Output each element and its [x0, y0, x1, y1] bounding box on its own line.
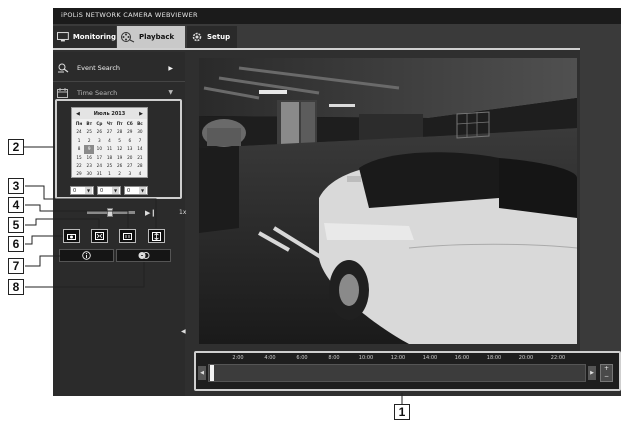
- minute-value: 0: [100, 187, 104, 194]
- hour-select[interactable]: 0 ▼: [70, 186, 94, 195]
- timeline-scroll-left-button[interactable]: ◀: [198, 366, 206, 380]
- timeline-zoom-control[interactable]: + −: [600, 364, 613, 382]
- callout-label-5: 5: [8, 217, 24, 233]
- timeline-hour-label: 12:00: [390, 355, 406, 361]
- speed-value: 1x: [179, 209, 187, 216]
- backup-button[interactable]: [116, 249, 171, 262]
- timeline-hour-label: 22:00: [550, 355, 566, 361]
- monitor-icon: [57, 32, 69, 42]
- callout-label-8: 8: [8, 279, 24, 295]
- original-size-button[interactable]: [119, 229, 136, 243]
- timeline-bar: 2:00 4:00 6:00 8:00 10:00 12:00 14:00 16…: [194, 351, 621, 391]
- callout-label-3: 3: [8, 178, 24, 194]
- sidebar-item-event-search[interactable]: Event Search ▶: [53, 57, 185, 79]
- timeline-hour-label: 20:00: [518, 355, 534, 361]
- camera-icon: [67, 233, 76, 240]
- timeline-hour-label: 4:00: [264, 355, 276, 361]
- capture-button[interactable]: [63, 229, 80, 243]
- event-search-icon: [58, 63, 69, 73]
- timeline-hour-label: 6:00: [296, 355, 308, 361]
- gear-icon: [192, 32, 202, 42]
- calendar-highlight-frame: [55, 99, 182, 199]
- callout-label-2: 2: [8, 139, 24, 155]
- fit-to-screen-button[interactable]: [91, 229, 108, 243]
- calendar-icon: [57, 87, 68, 98]
- second-select[interactable]: 0 ▼: [124, 186, 148, 195]
- timeline-hour-label: 2:00: [232, 355, 244, 361]
- time-select-group: 0 ▼ 0 ▼ 0 ▼: [70, 186, 152, 196]
- tab-monitoring-label: Monitoring: [72, 33, 116, 41]
- tab-setup-label: Setup: [207, 33, 231, 41]
- fit-screen-icon: [95, 232, 104, 240]
- parking-garage-video-frame: [199, 58, 577, 344]
- callout-label-7: 7: [8, 258, 24, 274]
- tab-monitoring[interactable]: Monitoring: [53, 26, 116, 48]
- full-screen-icon: [152, 231, 161, 241]
- film-reel-icon: [121, 32, 135, 43]
- video-viewer[interactable]: [199, 58, 577, 344]
- timeline-track[interactable]: [208, 364, 586, 382]
- profile-info-button[interactable]: [59, 249, 114, 262]
- chevron-down-icon: ▼: [112, 187, 119, 194]
- viewer-side-panel: [580, 44, 621, 354]
- minute-select[interactable]: 0 ▼: [97, 186, 121, 195]
- tab-setup[interactable]: Setup: [187, 26, 237, 48]
- callout-label-4: 4: [8, 197, 24, 213]
- hour-value: 0: [73, 187, 77, 194]
- sidebar-collapse-button[interactable]: ◀: [181, 328, 186, 335]
- backup-icon: [138, 252, 149, 259]
- speed-slider-knob[interactable]: [107, 208, 113, 217]
- sidebar-item-label: Event Search: [77, 64, 121, 72]
- timeline-hour-label: 14:00: [422, 355, 438, 361]
- callout-label-1: 1: [394, 404, 410, 420]
- timeline-scroll-right-button[interactable]: ▶: [588, 366, 596, 380]
- tab-playback-label: Playback: [139, 33, 175, 41]
- timeline-hour-label: 18:00: [486, 355, 502, 361]
- sidebar-item-label: Time Search: [77, 88, 118, 97]
- full-screen-button[interactable]: [148, 229, 165, 243]
- title-bar: iPOLiS NETWORK CAMERA WEBVIEWER: [53, 8, 621, 24]
- expand-arrow-icon: ▶: [168, 64, 173, 72]
- chevron-down-icon: ▼: [139, 187, 146, 194]
- tab-playback[interactable]: Playback: [117, 26, 185, 48]
- zoom-in-button[interactable]: +: [601, 365, 612, 373]
- timeline-hour-label: 16:00: [454, 355, 470, 361]
- second-value: 0: [127, 187, 131, 194]
- info-icon: [82, 251, 91, 260]
- app-title: iPOLiS NETWORK CAMERA WEBVIEWER: [61, 11, 198, 19]
- tab-bar: Monitoring Playback Setup: [53, 24, 621, 50]
- timeline-position-marker[interactable]: [210, 365, 214, 381]
- playback-speed-row: ▶❙ 1x: [63, 206, 187, 220]
- play-pause-button[interactable]: ▶❙: [145, 209, 156, 217]
- callout-label-6: 6: [8, 236, 24, 252]
- original-size-icon: [123, 232, 132, 240]
- collapse-arrow-icon: ▼: [168, 89, 173, 96]
- chevron-down-icon: ▼: [85, 187, 92, 194]
- timeline-hour-label: 8:00: [328, 355, 340, 361]
- timeline-hour-label: 10:00: [358, 355, 374, 361]
- zoom-out-button[interactable]: −: [601, 373, 612, 381]
